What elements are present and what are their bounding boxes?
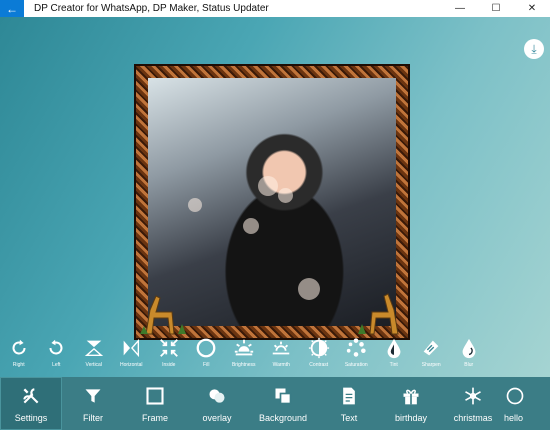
contrast-icon: [308, 337, 329, 359]
download-button[interactable]: ⤓: [524, 39, 544, 59]
tool-brightness[interactable]: Brightness: [225, 337, 263, 377]
tab-birthday[interactable]: birthday: [380, 377, 442, 430]
photo-frame[interactable]: [134, 64, 410, 340]
close-button[interactable]: ✕: [514, 0, 550, 17]
tool-inside[interactable]: Inside: [150, 337, 188, 377]
rotate-right-icon: [12, 339, 26, 355]
tab-overlay[interactable]: overlay: [186, 377, 248, 430]
blur-icon: [462, 338, 476, 359]
tab-label: overlay: [202, 412, 232, 423]
title-bar: ← DP Creator for WhatsApp, DP Maker, Sta…: [0, 0, 550, 17]
tool-flip-vertical[interactable]: Vertical: [75, 337, 113, 377]
tab-background[interactable]: Background: [248, 377, 318, 430]
flip-horizontal-icon: [123, 338, 140, 358]
tab-label: Background: [258, 412, 308, 423]
tool-label: Left: [52, 362, 61, 368]
tab-label: birthday: [394, 412, 428, 423]
tool-label: Tint: [389, 362, 398, 368]
category-tabbar: Settings Filter Frame overlay Background…: [0, 377, 550, 430]
brightness-icon: [234, 339, 253, 356]
tool-blur[interactable]: Blur: [450, 337, 488, 377]
frame-icon: [144, 385, 166, 407]
tool-label: Blur: [464, 362, 474, 368]
download-icon: ⤓: [531, 41, 537, 56]
tool-tint[interactable]: Tint: [375, 337, 413, 377]
tab-settings[interactable]: Settings: [0, 377, 62, 430]
settings-tools-icon: [20, 385, 42, 407]
tab-frame[interactable]: Frame: [124, 377, 186, 430]
tab-label: christmas: [453, 412, 493, 423]
tool-label: Right: [12, 362, 25, 368]
tool-contrast[interactable]: Contrast: [300, 337, 338, 377]
tool-label: Brightness: [231, 362, 256, 368]
tool-label: Saturation: [344, 362, 368, 368]
tab-hello[interactable]: hello: [504, 377, 528, 430]
minimize-button[interactable]: —: [442, 0, 478, 17]
inside-icon: [159, 339, 178, 357]
fill-icon: [196, 338, 216, 358]
snowflake-icon: [462, 385, 484, 407]
giraffe-left-decoration: [140, 295, 186, 335]
tool-saturation[interactable]: Saturation: [338, 337, 376, 377]
editor-canvas: ⤓ Right Left Vertical Horizontal Inside …: [0, 17, 550, 377]
filter-icon: [82, 385, 104, 407]
maximize-button[interactable]: ☐: [478, 0, 514, 17]
adjustment-toolbar: Right Left Vertical Horizontal Inside Fi…: [0, 337, 550, 377]
tool-label: Fill: [203, 362, 210, 368]
tab-label: Settings: [14, 412, 48, 423]
tint-icon: [387, 338, 401, 359]
tab-christmas[interactable]: christmas: [442, 377, 504, 430]
tool-rotate-right[interactable]: Right: [0, 337, 38, 377]
text-icon: [338, 385, 360, 407]
tool-flip-horizontal[interactable]: Horizontal: [113, 337, 151, 377]
tab-label: Text: [340, 412, 358, 423]
tool-fill[interactable]: Fill: [188, 337, 226, 377]
tool-label: Sharpen: [421, 362, 441, 368]
tool-warmth[interactable]: Warmth: [263, 337, 301, 377]
back-arrow-icon: ←: [6, 1, 18, 16]
window-title: DP Creator for WhatsApp, DP Maker, Statu…: [34, 3, 269, 14]
tool-sharpen[interactable]: Sharpen: [413, 337, 451, 377]
tab-label: Filter: [83, 412, 103, 423]
tab-label: Frame: [141, 412, 168, 423]
saturation-icon: [347, 338, 366, 357]
rotate-left-icon: [49, 339, 63, 355]
background-icon: [272, 385, 294, 407]
tab-text[interactable]: Text: [318, 377, 380, 430]
tab-label: hello: [504, 412, 524, 423]
back-button[interactable]: ←: [0, 0, 24, 17]
overlay-icon: [206, 385, 228, 407]
tool-label: Vertical: [85, 362, 102, 368]
gift-icon: [400, 385, 422, 407]
sharpen-icon: [423, 340, 439, 356]
tab-filter[interactable]: Filter: [62, 377, 124, 430]
tool-label: Contrast: [309, 362, 329, 368]
tool-label: Inside: [162, 362, 176, 368]
flip-vertical-icon: [84, 340, 103, 357]
hello-icon: [504, 385, 526, 407]
giraffe-right-decoration: [358, 293, 399, 335]
tool-label: Warmth: [272, 362, 290, 368]
warmth-icon: [273, 341, 290, 355]
tool-rotate-left[interactable]: Left: [38, 337, 76, 377]
tool-label: Horizontal: [119, 362, 143, 368]
